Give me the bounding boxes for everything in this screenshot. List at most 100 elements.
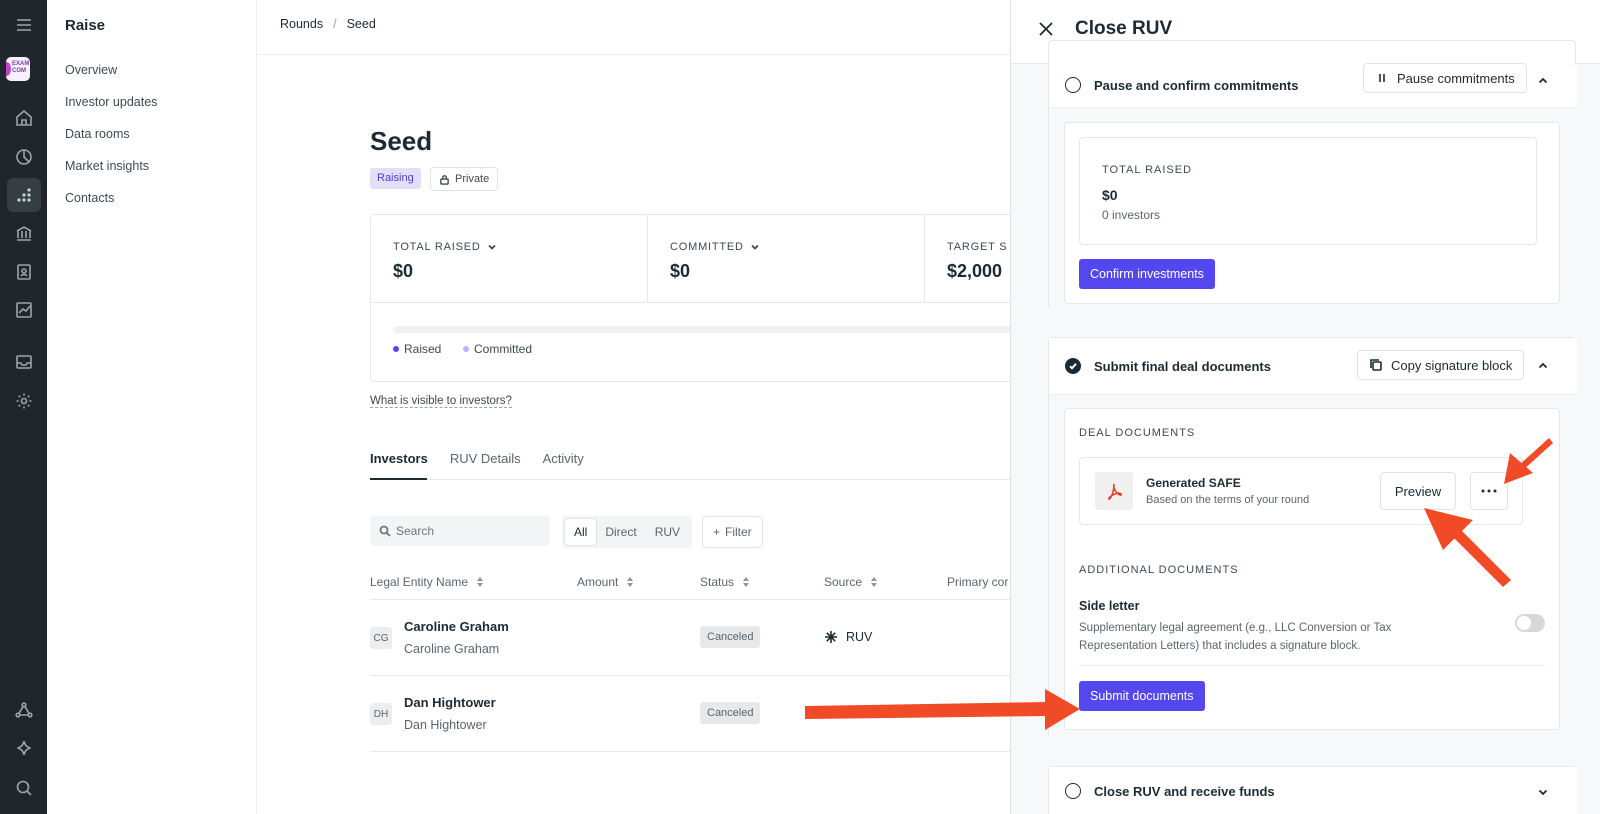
column-header-status[interactable]: Status (700, 575, 750, 589)
active-tab-indicator (370, 478, 427, 480)
filter-button[interactable]: + Filter (702, 516, 763, 548)
tab-activity[interactable]: Activity (543, 451, 584, 466)
raise-icon[interactable] (7, 178, 41, 212)
investor-name[interactable]: Caroline Graham (404, 619, 509, 634)
pdf-icon (1095, 472, 1133, 510)
column-label: Primary cor (947, 575, 1009, 589)
source-segmented-control: All Direct RUV (562, 516, 693, 548)
status-badge: Raising (370, 168, 421, 189)
menu-icon[interactable] (7, 8, 41, 42)
divider (370, 479, 1010, 480)
breadcrumb-seed: Seed (346, 17, 376, 31)
submit-documents-button[interactable]: Submit documents (1079, 681, 1205, 711)
step-status-icon (1065, 77, 1081, 93)
column-header-primary-contact[interactable]: Primary cor (947, 575, 1008, 589)
additional-documents-label: ADDITIONAL DOCUMENTS (1079, 564, 1239, 576)
stat-value: $0 (393, 261, 414, 281)
pause-commitments-button[interactable]: Pause commitments (1363, 63, 1527, 93)
more-options-button[interactable] (1470, 472, 1508, 510)
stat-committed-dropdown[interactable]: COMMITTED (670, 241, 760, 253)
legend-label: Raised (404, 342, 442, 356)
chevron-up-icon[interactable] (1537, 359, 1549, 371)
home-icon[interactable] (7, 101, 41, 135)
source-label: RUV (846, 630, 873, 644)
panel-title: Close RUV (1075, 18, 1173, 39)
nav-item-contacts[interactable]: Contacts (65, 191, 114, 205)
segment-ruv[interactable]: RUV (646, 519, 689, 545)
step-header[interactable]: Close RUV and receive funds (1049, 767, 1577, 814)
inbox-icon[interactable] (7, 345, 41, 379)
breadcrumb-separator: / (333, 17, 337, 31)
app-title: Raise (65, 17, 106, 34)
settings-icon[interactable] (7, 384, 41, 418)
step-close-ruv: Close RUV and receive funds (1048, 766, 1577, 814)
page-title: Seed (370, 126, 433, 156)
divider (1079, 665, 1545, 666)
plus-icon: + (713, 525, 721, 539)
preview-button[interactable]: Preview (1380, 472, 1456, 510)
total-raised-container: TOTAL RAISED $0 0 investors Confirm inve… (1064, 122, 1560, 304)
search-placeholder: Search (396, 524, 435, 538)
nav-item-investor-updates[interactable]: Investor updates (65, 95, 157, 109)
documents-container: DEAL DOCUMENTS Generated SAFE Based on t… (1064, 408, 1560, 730)
confirm-investments-button[interactable]: Confirm investments (1079, 259, 1215, 289)
avatar: CG (370, 627, 392, 649)
total-raised-box: TOTAL RAISED $0 0 investors (1079, 137, 1537, 245)
investor-count: 0 investors (1102, 208, 1161, 222)
step-header[interactable]: Submit final deal documents Copy signatu… (1049, 338, 1577, 394)
breadcrumb: Rounds / Seed (280, 17, 376, 31)
source-cell: RUV (824, 630, 872, 644)
breadcrumb-rounds[interactable]: Rounds (280, 17, 323, 31)
column-label: Source (824, 575, 863, 589)
nav-item-data-rooms[interactable]: Data rooms (65, 127, 130, 141)
legend-label: Committed (474, 342, 533, 356)
side-letter-toggle[interactable] (1515, 614, 1545, 632)
bank-icon[interactable] (7, 216, 41, 250)
segment-all[interactable]: All (565, 519, 597, 545)
investor-name[interactable]: Dan Hightower (404, 695, 496, 710)
tab-ruv-details[interactable]: RUV Details (450, 451, 521, 466)
search-input[interactable]: Search (370, 516, 550, 546)
column-header-amount[interactable]: Amount (577, 575, 634, 589)
chevron-down-icon (488, 244, 496, 250)
button-label: Copy signature block (1391, 357, 1513, 373)
visibility-info-link[interactable]: What is visible to investors? (370, 395, 512, 408)
stat-value: $0 (670, 261, 691, 281)
chevron-up-icon[interactable] (1537, 74, 1549, 86)
column-header-legal-entity[interactable]: Legal Entity Name (370, 575, 484, 589)
column-header-source[interactable]: Source (824, 575, 878, 589)
tab-bar: Investors RUV Details Activity (370, 451, 606, 466)
segment-direct[interactable]: Direct (596, 519, 645, 545)
contacts-icon[interactable] (7, 255, 41, 289)
lock-icon (440, 174, 449, 185)
chevron-down-icon[interactable] (1537, 785, 1549, 797)
company-logo[interactable]: EXAM COM (6, 57, 30, 81)
nav-item-overview[interactable]: Overview (65, 63, 117, 77)
tab-investors[interactable]: Investors (370, 451, 428, 466)
sort-icon (477, 577, 484, 587)
sparkle-icon[interactable] (7, 732, 41, 766)
step-complete-icon (1065, 358, 1081, 374)
network-icon[interactable] (7, 693, 41, 727)
avatar: DH (370, 703, 392, 725)
visibility-badge[interactable]: Private (430, 167, 499, 191)
investor-entity: Caroline Graham (404, 642, 500, 656)
document-name: Generated SAFE (1146, 476, 1241, 490)
ruv-icon (825, 631, 837, 643)
stat-total-raised-dropdown[interactable]: TOTAL RAISED (393, 241, 497, 253)
status-badge: Canceled (700, 626, 761, 648)
divider (370, 751, 1010, 752)
sort-icon (743, 577, 750, 587)
chart-icon[interactable] (7, 293, 41, 327)
search-icon (379, 525, 391, 537)
search-icon[interactable] (7, 771, 41, 805)
nav-item-market-insights[interactable]: Market insights (65, 159, 149, 173)
investor-entity: Dan Hightower (404, 718, 487, 732)
chevron-down-icon (751, 244, 759, 250)
pie-chart-icon[interactable] (7, 140, 41, 174)
button-label: Pause commitments (1397, 70, 1515, 86)
copy-signature-block-button[interactable]: Copy signature block (1357, 350, 1525, 380)
column-label: Legal Entity Name (370, 575, 469, 589)
close-icon[interactable] (1036, 19, 1056, 39)
divider (370, 675, 1010, 676)
